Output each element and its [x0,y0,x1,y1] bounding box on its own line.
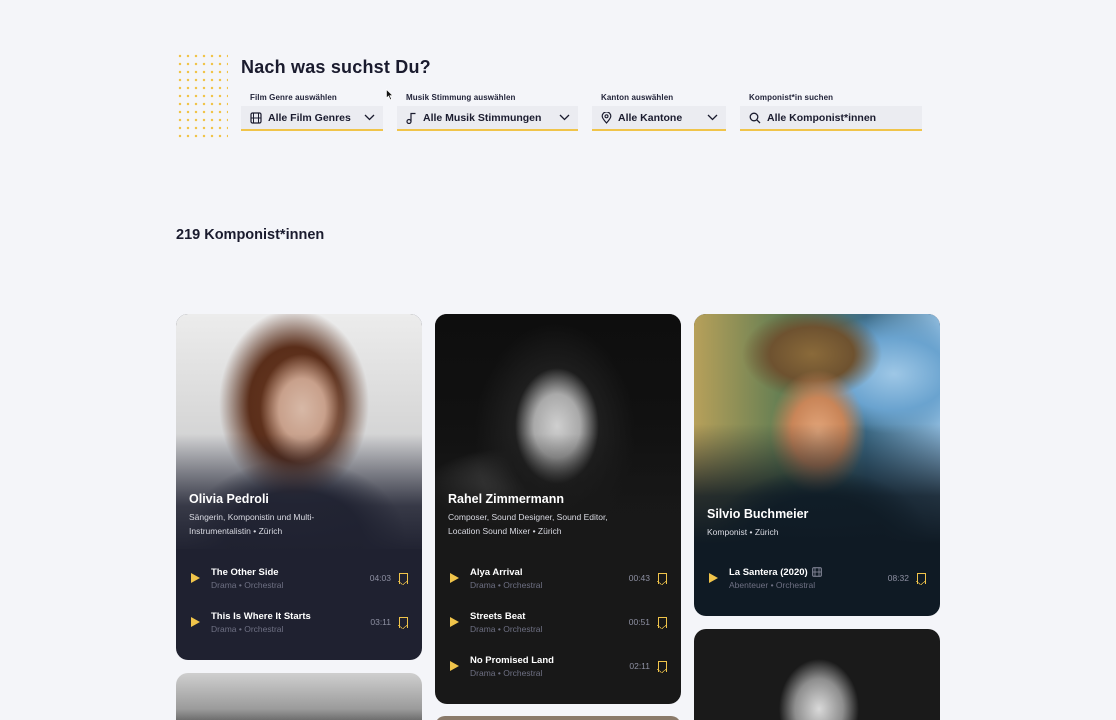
film-icon [250,111,262,124]
track-title: Streets Beat [470,610,526,622]
bookmark-icon[interactable] [398,616,408,629]
music-mood-filter: Musik Stimmung auswählen Alle Musik Stim… [397,93,578,131]
track-info: The Other Side Drama • Orchestral [211,567,370,590]
composer-role: Komponist • Zürich [707,527,779,537]
track-item[interactable]: This Is Where It Starts Drama • Orchestr… [176,602,422,642]
composer-card-partial[interactable] [435,716,681,720]
track-title-row: La Santera (2020) [729,567,888,578]
track-item[interactable]: Streets Beat Drama • Orchestral 00:51 [435,602,681,642]
mouse-cursor-icon [386,89,394,101]
track-info: No Promised Land Drama • Orchestral [470,655,629,678]
film-genre-label: Film Genre auswählen [250,93,337,102]
track-tags: Drama • Orchestral [470,667,543,678]
search-icon [749,112,761,123]
composer-search-label: Komponist*in suchen [749,93,834,102]
track-info: Streets Beat Drama • Orchestral [470,611,629,634]
music-mood-value: Alle Musik Stimmungen [423,111,542,124]
track-tags: Drama • Orchestral [470,579,543,590]
track-tags: Drama • Orchestral [470,623,543,634]
track-tags: Abenteuer • Orchestral [729,579,816,590]
track-duration: 04:03 [369,573,391,583]
composer-search-value: Alle Komponist*innen [767,111,877,124]
track-info: Alya Arrival Drama • Orchestral [470,567,629,590]
composer-card[interactable]: Rahel Zimmermann Composer, Sound Designe… [435,314,681,704]
film-genre-filter: Film Genre auswählen Alle Film Genres [241,93,383,131]
search-heading: Nach was suchst Du? [241,57,431,77]
track-title: This Is Where It Starts [211,610,311,622]
composer-name: Olivia Pedroli [189,492,269,506]
composer-role: Sängerin, Komponistin und Multi-Instrume… [189,512,315,536]
decorative-dot-grid [176,52,228,142]
bookmark-icon[interactable] [398,572,408,585]
bookmark-icon[interactable] [916,572,926,585]
canton-value: Alle Kantone [618,111,683,124]
music-mood-label: Musik Stimmung auswählen [406,93,516,102]
track-info: La Santera (2020) Abenteuer • Orchestral [729,567,888,590]
composer-card-partial[interactable] [694,629,940,720]
play-icon[interactable] [450,573,459,583]
canton-select[interactable]: Alle Kantone [592,106,726,131]
composer-card[interactable]: Olivia Pedroli Sängerin, Komponistin und… [176,314,422,660]
play-icon[interactable] [191,617,200,627]
bookmark-icon[interactable] [657,660,667,673]
composer-search: Komponist*in suchen Alle Komponist*innen [740,93,922,131]
play-icon[interactable] [191,573,200,583]
film-genre-select[interactable]: Alle Film Genres [241,106,383,131]
bookmark-icon[interactable] [657,616,667,629]
chevron-down-icon [364,114,375,121]
play-icon[interactable] [450,661,459,671]
music-mood-select[interactable]: Alle Musik Stimmungen [397,106,578,131]
track-title: La Santera (2020) [729,566,808,578]
track-duration: 02:11 [629,661,650,671]
music-note-icon [406,112,416,124]
composer-name: Silvio Buchmeier [707,507,809,521]
bookmark-icon[interactable] [657,572,667,585]
track-item[interactable]: La Santera (2020) Abenteuer • Orchestral… [694,558,940,598]
track-title: Alya Arrival [470,566,523,578]
composer-card-partial[interactable] [176,673,422,720]
composer-name: Rahel Zimmermann [448,492,565,506]
track-duration: 00:51 [628,617,650,627]
track-item[interactable]: No Promised Land Drama • Orchestral 02:1… [435,646,681,686]
play-icon[interactable] [709,573,718,583]
track-title: The Other Side [211,566,279,578]
track-duration: 03:11 [370,617,391,627]
location-pin-icon [601,111,612,124]
track-tags: Drama • Orchestral [211,579,284,590]
track-duration: 00:43 [628,573,650,583]
canton-label: Kanton auswählen [601,93,674,102]
chevron-down-icon [707,114,718,121]
track-duration: 08:32 [887,573,909,583]
film-icon [811,567,822,577]
composer-role: Composer, Sound Designer, Sound Editor, … [448,512,608,536]
composer-search-input[interactable]: Alle Komponist*innen [740,106,922,131]
track-item[interactable]: Alya Arrival Drama • Orchestral 00:43 [435,558,681,598]
results-count: 219 Komponist*innen [176,227,325,243]
play-icon[interactable] [450,617,459,627]
track-title: No Promised Land [470,654,554,666]
composer-card[interactable]: Silvio Buchmeier Komponist • Zürich La S… [694,314,940,616]
film-genre-value: Alle Film Genres [268,111,351,124]
track-tags: Drama • Orchestral [211,623,284,634]
canton-filter: Kanton auswählen Alle Kantone [592,93,726,131]
track-info: This Is Where It Starts Drama • Orchestr… [211,611,370,634]
track-item[interactable]: The Other Side Drama • Orchestral 04:03 [176,558,422,598]
chevron-down-icon [559,114,570,121]
